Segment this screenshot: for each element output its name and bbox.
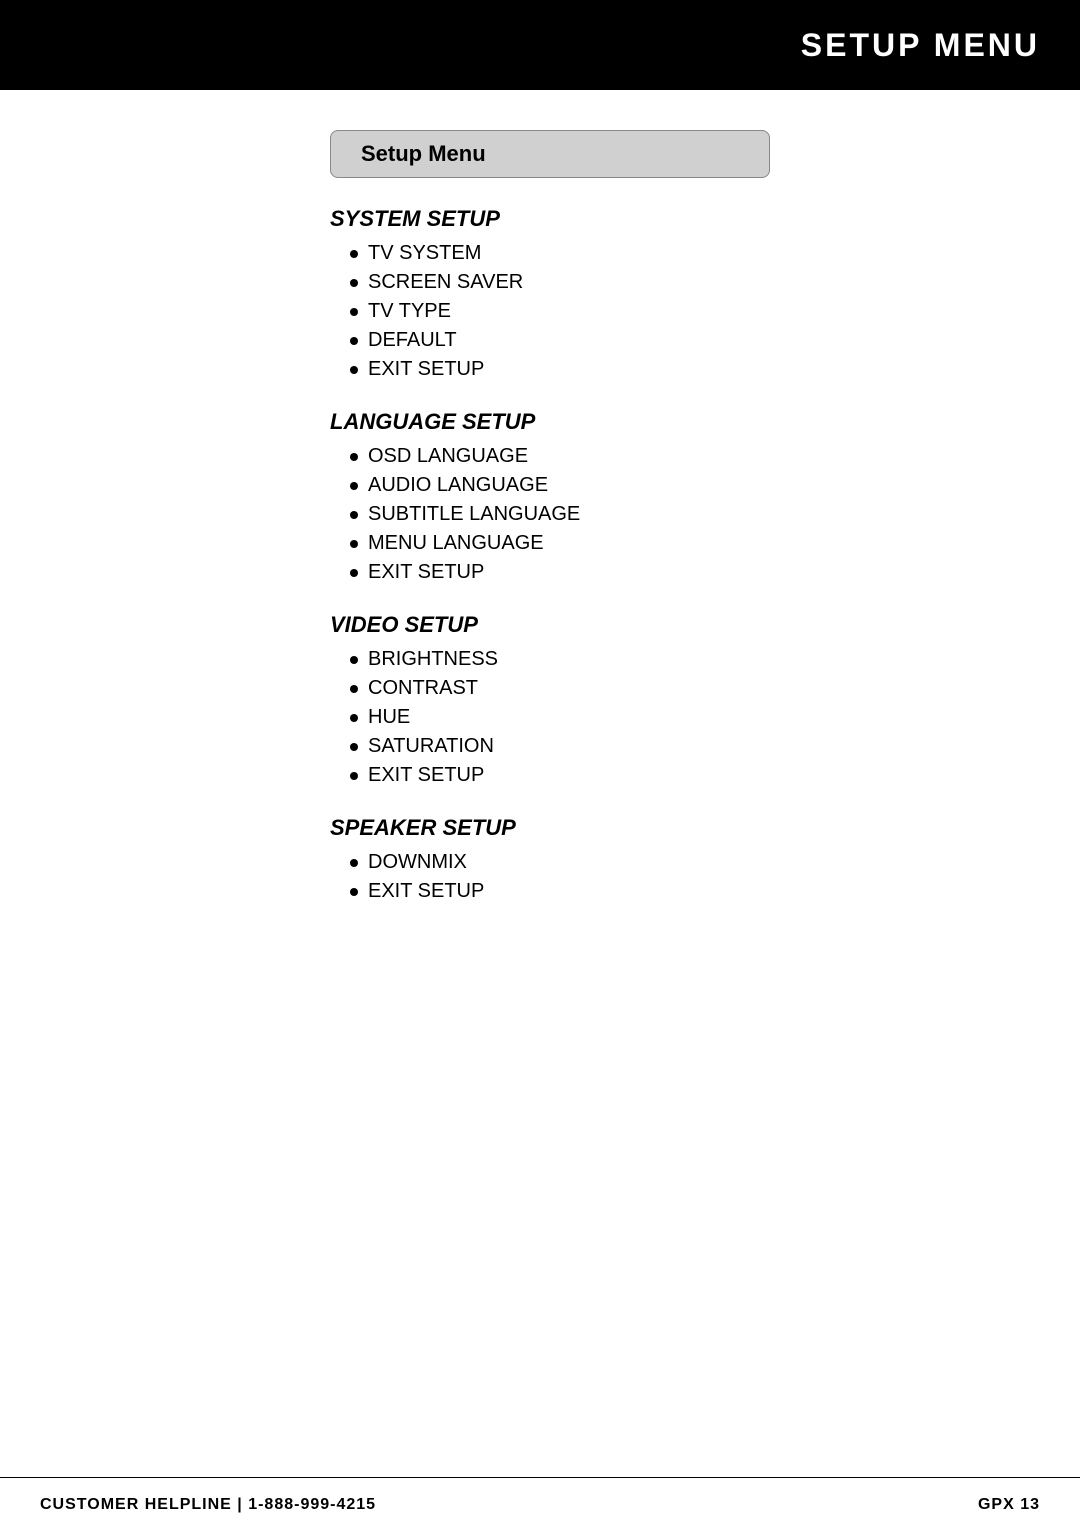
list-item: EXIT SETUP <box>350 764 930 787</box>
section-system-setup: System Setup TV SYSTEM SCREEN SAVER TV T… <box>330 206 930 381</box>
item-label: MENU LANGUAGE <box>368 532 544 555</box>
list-item: DEFAULT <box>350 329 930 352</box>
list-item: BRIGHTNESS <box>350 648 930 671</box>
bullet-icon <box>350 250 358 258</box>
language-setup-list: OSD LANGUAGE AUDIO LANGUAGE SUBTITLE LAN… <box>350 445 930 584</box>
item-label: EXIT SETUP <box>368 358 484 381</box>
bullet-icon <box>350 337 358 345</box>
footer-helpline: CUSTOMER HELPLINE | 1-888-999-4215 <box>40 1496 376 1514</box>
list-item: EXIT SETUP <box>350 880 930 903</box>
section-speaker-setup: Speaker Setup DOWNMIX EXIT SETUP <box>330 815 930 903</box>
item-label: EXIT SETUP <box>368 561 484 584</box>
list-item: CONTRAST <box>350 677 930 700</box>
item-label: TV SYSTEM <box>368 242 481 265</box>
item-label: OSD LANGUAGE <box>368 445 528 468</box>
top-banner: SETUP MENU <box>0 0 1080 90</box>
item-label: AUDIO LANGUAGE <box>368 474 548 497</box>
list-item: HUE <box>350 706 930 729</box>
setup-menu-box: Setup Menu <box>330 130 770 178</box>
item-label: TV TYPE <box>368 300 451 323</box>
section-title-language-setup: Language Setup <box>330 409 930 435</box>
list-item: SCREEN SAVER <box>350 271 930 294</box>
bullet-icon <box>350 453 358 461</box>
list-item: OSD LANGUAGE <box>350 445 930 468</box>
footer: CUSTOMER HELPLINE | 1-888-999-4215 GPX 1… <box>0 1477 1080 1532</box>
item-label: DEFAULT <box>368 329 457 352</box>
footer-brand-page: GPX 13 <box>978 1496 1040 1514</box>
list-item: TV SYSTEM <box>350 242 930 265</box>
item-label: CONTRAST <box>368 677 478 700</box>
bullet-icon <box>350 308 358 316</box>
list-item: AUDIO LANGUAGE <box>350 474 930 497</box>
bullet-icon <box>350 714 358 722</box>
page-title: SETUP MENU <box>801 27 1040 64</box>
speaker-setup-list: DOWNMIX EXIT SETUP <box>350 851 930 903</box>
bullet-icon <box>350 859 358 867</box>
list-item: EXIT SETUP <box>350 358 930 381</box>
main-content: Setup Menu System Setup TV SYSTEM SCREEN… <box>0 90 1080 971</box>
item-label: HUE <box>368 706 410 729</box>
bullet-icon <box>350 656 358 664</box>
item-label: EXIT SETUP <box>368 764 484 787</box>
bullet-icon <box>350 888 358 896</box>
list-item: TV TYPE <box>350 300 930 323</box>
list-item: EXIT SETUP <box>350 561 930 584</box>
list-item: SUBTITLE LANGUAGE <box>350 503 930 526</box>
bullet-icon <box>350 743 358 751</box>
item-label: BRIGHTNESS <box>368 648 498 671</box>
bullet-icon <box>350 279 358 287</box>
list-item: MENU LANGUAGE <box>350 532 930 555</box>
bullet-icon <box>350 511 358 519</box>
item-label: SATURATION <box>368 735 494 758</box>
system-setup-list: TV SYSTEM SCREEN SAVER TV TYPE DEFAULT E… <box>350 242 930 381</box>
item-label: SUBTITLE LANGUAGE <box>368 503 580 526</box>
video-setup-list: BRIGHTNESS CONTRAST HUE SATURATION EXIT … <box>350 648 930 787</box>
bullet-icon <box>350 685 358 693</box>
bullet-icon <box>350 569 358 577</box>
section-title-speaker-setup: Speaker Setup <box>330 815 930 841</box>
bullet-icon <box>350 366 358 374</box>
bullet-icon <box>350 540 358 548</box>
list-item: DOWNMIX <box>350 851 930 874</box>
setup-menu-label: Setup Menu <box>361 141 486 166</box>
list-item: SATURATION <box>350 735 930 758</box>
item-label: DOWNMIX <box>368 851 467 874</box>
bullet-icon <box>350 772 358 780</box>
item-label: EXIT SETUP <box>368 880 484 903</box>
section-video-setup: Video Setup BRIGHTNESS CONTRAST HUE SATU… <box>330 612 930 787</box>
content-area: System Setup TV SYSTEM SCREEN SAVER TV T… <box>330 206 930 931</box>
section-language-setup: Language Setup OSD LANGUAGE AUDIO LANGUA… <box>330 409 930 584</box>
item-label: SCREEN SAVER <box>368 271 523 294</box>
bullet-icon <box>350 482 358 490</box>
section-title-video-setup: Video Setup <box>330 612 930 638</box>
section-title-system-setup: System Setup <box>330 206 930 232</box>
